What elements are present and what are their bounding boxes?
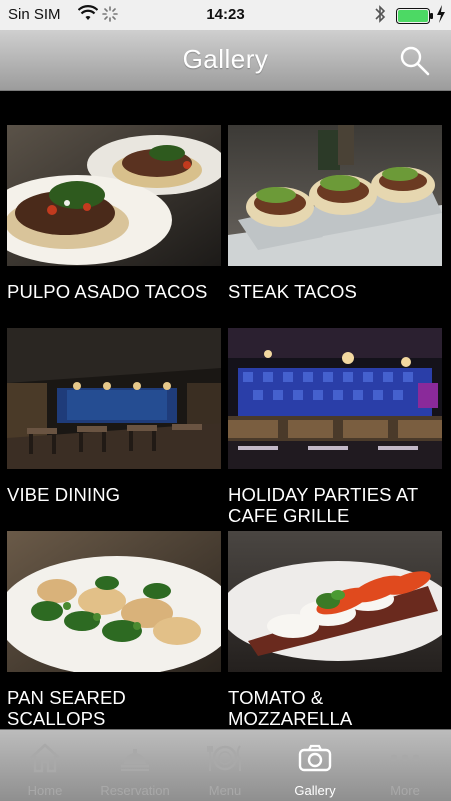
tab-more[interactable]: More <box>360 730 450 801</box>
gallery-item-caption: PAN SEARED SCALLOPS <box>7 687 126 729</box>
tab-label: Gallery <box>294 783 336 798</box>
tab-label: Home <box>27 783 63 798</box>
gallery-item[interactable]: TOMATO & MOZZARELLA <box>228 531 442 729</box>
gallery-item-caption: HOLIDAY PARTIES AT CAFE GRILLE <box>228 484 418 526</box>
bluetooth-icon <box>374 4 386 28</box>
tab-gallery[interactable]: Gallery <box>270 730 360 801</box>
tab-home[interactable]: Home <box>0 730 90 801</box>
reservation-icon <box>121 749 149 771</box>
tab-menu[interactable]: Menu <box>180 730 270 801</box>
menu-icon <box>207 745 241 771</box>
search-button[interactable] <box>398 44 432 78</box>
gallery-item-caption: PULPO ASADO TACOS <box>7 281 208 302</box>
gallery-item-caption: STEAK TACOS <box>228 281 357 302</box>
navigation-bar: Gallery <box>0 30 451 91</box>
more-icon <box>390 754 420 762</box>
search-icon <box>400 46 430 76</box>
tab-label: Reservation <box>100 783 170 798</box>
gallery-item[interactable]: VIBE DINING <box>7 328 221 505</box>
page-title: Gallery <box>182 44 269 74</box>
gallery-item[interactable]: HOLIDAY PARTIES AT CAFE GRILLE <box>228 328 442 526</box>
vibe-dining-photo <box>7 328 221 469</box>
gallery-item[interactable]: PAN SEARED SCALLOPS <box>7 531 221 729</box>
gallery-item-caption: TOMATO & MOZZARELLA <box>228 687 353 729</box>
pan-seared-scallops-photo <box>7 531 221 672</box>
tomato-mozzarella-photo <box>228 531 442 672</box>
gallery-item[interactable]: PULPO ASADO TACOS <box>7 125 221 302</box>
charging-icon <box>436 4 446 28</box>
holiday-parties-photo <box>228 328 442 469</box>
gallery-item-caption: VIBE DINING <box>7 484 121 505</box>
pulpo-asado-tacos-photo <box>7 125 221 266</box>
tab-reservation[interactable]: Reservation <box>90 730 180 801</box>
tab-label: More <box>390 783 420 798</box>
gallery-item[interactable]: STEAK TACOS <box>228 125 442 302</box>
tab-label: Menu <box>208 783 242 798</box>
battery-icon <box>396 8 434 28</box>
home-icon <box>30 743 60 773</box>
status-bar: Sin SIM 14:23 <box>0 0 451 30</box>
camera-icon <box>298 744 332 772</box>
steak-tacos-photo <box>228 125 442 266</box>
tab-bar: Home Reservation Menu Gallery More <box>0 729 451 801</box>
